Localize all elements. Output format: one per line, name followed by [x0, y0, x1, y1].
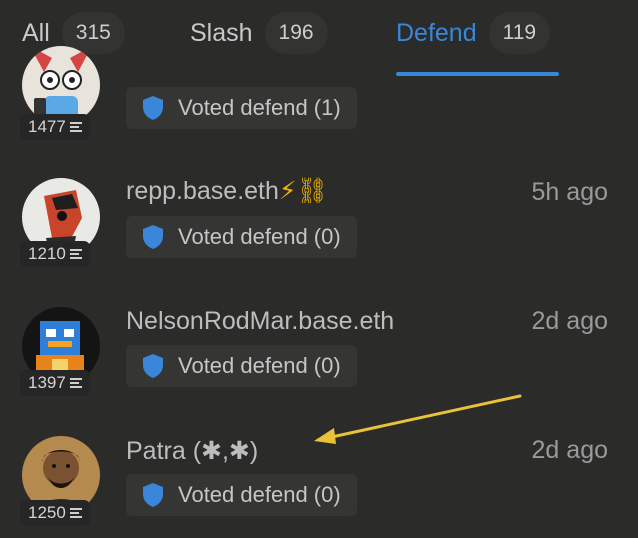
score-badge: 1477	[20, 114, 90, 140]
score-value: 1397	[28, 373, 66, 392]
username-text: repp.base.eth	[126, 177, 279, 205]
username[interactable]: Patra (✱,✱)	[126, 436, 258, 466]
list-item[interactable]: 1210 repp.base.eth⚡⛓ 5h ago Voted defend…	[0, 168, 638, 298]
score-value: 1477	[28, 117, 66, 136]
timestamp: 5h ago	[531, 178, 608, 206]
score-value: 1210	[28, 244, 66, 263]
shield-icon	[143, 225, 163, 249]
username-emoji: ⚡⛓	[278, 176, 329, 205]
score-badge: 1397	[20, 370, 90, 396]
score-badge: 1210	[20, 241, 90, 267]
avatar[interactable]	[22, 46, 100, 124]
score-badge: 1250	[20, 500, 90, 526]
bars-icon	[69, 508, 82, 518]
vote-status: Voted defend (0)	[126, 474, 357, 516]
vote-label: Voted defend (0)	[178, 353, 341, 378]
timestamp: 2d ago	[531, 436, 608, 464]
vote-label: Voted defend (1)	[178, 95, 341, 120]
username[interactable]: NelsonRodMar.base.eth	[126, 307, 394, 336]
vote-status: Voted defend (0)	[126, 216, 357, 258]
username[interactable]: repp.base.eth⚡⛓	[126, 176, 328, 206]
shield-icon	[143, 354, 163, 378]
vote-label: Voted defend (0)	[178, 224, 341, 249]
defend-feed-screen: All 315 Slash 196 Defend 119 1477 Voted …	[0, 0, 638, 538]
score-value: 1250	[28, 503, 66, 522]
bars-icon	[69, 122, 82, 132]
shield-icon	[143, 96, 163, 120]
timestamp: 2d ago	[531, 307, 608, 335]
vote-status: Voted defend (1)	[126, 87, 357, 129]
vote-label: Voted defend (0)	[178, 482, 341, 507]
vote-status: Voted defend (0)	[126, 345, 357, 387]
bars-icon	[69, 378, 82, 388]
bars-icon	[69, 249, 82, 259]
annotation-arrow	[314, 394, 522, 444]
list-item[interactable]: 1477 Voted defend (1)	[0, 40, 638, 170]
shield-icon	[143, 483, 163, 507]
